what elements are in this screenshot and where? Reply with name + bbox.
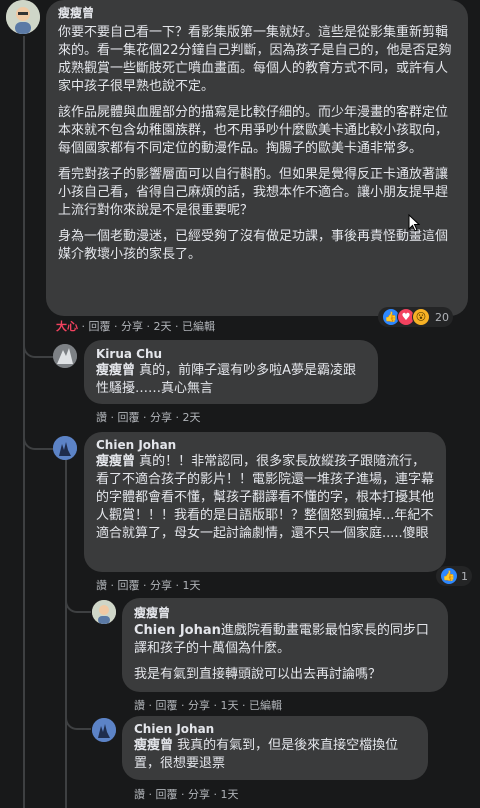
avatar[interactable] [92,718,116,742]
comment-author[interactable]: 瘦瘦曾 [58,4,456,21]
reply-button[interactable]: 回覆 [118,577,140,593]
like-button[interactable]: 讚 [134,786,145,802]
comment-text: 瘦瘦曾 我真的有氣到，但是後來直接空檔換位置，很想要退票 [134,738,399,771]
comment-author[interactable]: 瘦瘦曾 [134,604,436,621]
comment-actions: 讚 · 回覆 · 分享 · 1天 [96,577,201,593]
wow-icon: 😮 [412,308,430,326]
comment-author[interactable]: Chien Johan [134,722,416,736]
comment-bubble: Kirua Chu 瘦瘦曾 真的，前陣子還有吵多啦A夢是霸凌跟性騷擾……真心無言 [84,340,378,404]
comment-text: 瘦瘦曾 真的！！非常認同，很多家長放縱孩子跟隨流行，看了不適合孩子的影片！！電影… [96,454,435,541]
mouse-cursor-icon [408,214,420,232]
reaction-button[interactable]: 大心 [56,318,78,334]
reaction-count: 20 [435,310,449,324]
reply-button[interactable]: 回覆 [89,318,111,334]
comment-actions: 讚 · 回覆 · 分享 · 1天 [134,786,239,802]
comment-paragraph: 身為一個老動漫迷，已經受夠了沒有做足功課，事後再責怪動畫這個媒介教壞小孩的家長了… [58,229,449,262]
share-button[interactable]: 分享 [121,318,143,334]
comment-text: Chien Johan進戲院看動畫電影最怕家長的同步口譯和孩子的十萬個為什麼。 … [134,622,436,684]
comment-author[interactable]: Kirua Chu [96,347,366,361]
mention-link[interactable]: 瘦瘦曾 [96,454,135,469]
thumbs-up-icon: 👍 [440,567,458,585]
comment-bubble: 瘦瘦曾 Chien Johan進戲院看動畫電影最怕家長的同步口譯和孩子的十萬個為… [122,598,448,692]
timestamp[interactable]: 2天 [183,409,201,425]
share-button[interactable]: 分享 [188,786,210,802]
comment-bubble: 瘦瘦曾 你要不要自己看一下？看影集版第一集就好。這些是從影集重新剪輯來的。看一集… [46,0,468,316]
reply-button[interactable]: 回覆 [156,786,178,802]
thread-elbow [65,585,91,613]
edited-label[interactable]: 已編輯 [249,697,282,713]
comment-paragraph: 我是有氣到直接轉頭說可以出去再討論嗎？ [134,667,382,682]
timestamp[interactable]: 1天 [221,786,239,802]
avatar[interactable] [53,436,77,460]
timestamp[interactable]: 1天 [183,577,201,593]
thread-elbow [23,330,55,358]
timestamp[interactable]: 2天 [154,318,172,334]
comment-bubble: Chien Johan 瘦瘦曾 真的！！非常認同，很多家長放縱孩子跟隨流行，看了… [84,432,446,572]
reaction-summary[interactable]: 👍 ♥ 😮 20 [378,307,453,327]
like-button[interactable]: 讚 [96,577,107,593]
comment-paragraph: 你要不要自己看一下？看影集版第一集就好。這些是從影集重新剪輯來的。看一集花個22… [58,25,452,94]
thread-elbow [65,700,91,730]
avatar[interactable] [6,0,40,34]
share-button[interactable]: 分享 [150,577,172,593]
comment-author[interactable]: Chien Johan [96,438,434,452]
mention-link[interactable]: 瘦瘦曾 [134,738,173,753]
edited-label[interactable]: 已編輯 [182,318,215,334]
reaction-summary[interactable]: 👍 1 [436,566,472,586]
share-button[interactable]: 分享 [188,697,210,713]
comment-text: 你要不要自己看一下？看影集版第一集就好。這些是從影集重新剪輯來的。看一集花個22… [58,24,456,264]
avatar[interactable] [53,344,77,368]
avatar[interactable] [92,600,116,624]
comment-paragraph: 看完對孩子的影響層面可以自行斟酌。但如果是覺得反正卡通放著讓小孩自己看，省得自己… [58,167,449,218]
share-button[interactable]: 分享 [150,409,172,425]
comment-actions: 讚 · 回覆 · 分享 · 2天 [96,409,201,425]
comment-text: 瘦瘦曾 真的，前陣子還有吵多啦A夢是霸凌跟性騷擾……真心無言 [96,363,357,396]
reply-button[interactable]: 回覆 [156,697,178,713]
comment-actions: 大心 · 回覆 · 分享 · 2天 · 已編輯 [56,318,215,334]
reaction-count: 1 [461,569,468,583]
like-button[interactable]: 讚 [134,697,145,713]
thread-line [65,460,67,808]
like-button[interactable]: 讚 [96,409,107,425]
comment-actions: 讚 · 回覆 · 分享 · 1天 · 已編輯 [134,697,282,713]
comment-paragraph: 該作品屍體與血腥部分的描寫是比較仔細的。而少年漫畫的客群定位本來就不包含幼稚園族… [58,105,449,156]
reply-button[interactable]: 回覆 [118,409,140,425]
mention-link[interactable]: Chien Johan [134,623,221,638]
thread-elbow [23,420,55,450]
timestamp[interactable]: 1天 [221,697,239,713]
comment-bubble: Chien Johan 瘦瘦曾 我真的有氣到，但是後來直接空檔換位置，很想要退票 [122,716,428,780]
mention-link[interactable]: 瘦瘦曾 [96,363,135,378]
